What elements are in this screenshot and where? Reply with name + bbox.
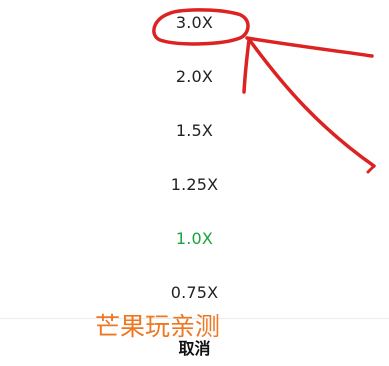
speed-option-label: 2.0X [175,66,214,86]
speed-option-2-0x[interactable]: 2.0X [0,59,389,93]
speed-option-label: 0.75X [170,282,219,302]
playback-speed-sheet: 3.0X 2.0X 1.5X 1.25X 1.0X 0.75X 取消 芒果玩亲测 [0,0,389,366]
speed-option-1-0x[interactable]: 1.0X [0,221,389,255]
speed-option-label: 1.25X [170,174,219,194]
speed-option-3-0x[interactable]: 3.0X [0,5,389,39]
speed-option-1-25x[interactable]: 1.25X [0,167,389,201]
speed-option-1-5x[interactable]: 1.5X [0,113,389,147]
speed-option-0-75x[interactable]: 0.75X [0,275,389,309]
speed-option-label: 3.0X [175,12,214,32]
speed-option-label: 1.5X [175,120,214,140]
annotation-line-right [245,36,374,58]
watermark-text: 芒果玩亲测 [95,312,221,341]
speed-option-label: 1.0X [175,228,214,248]
